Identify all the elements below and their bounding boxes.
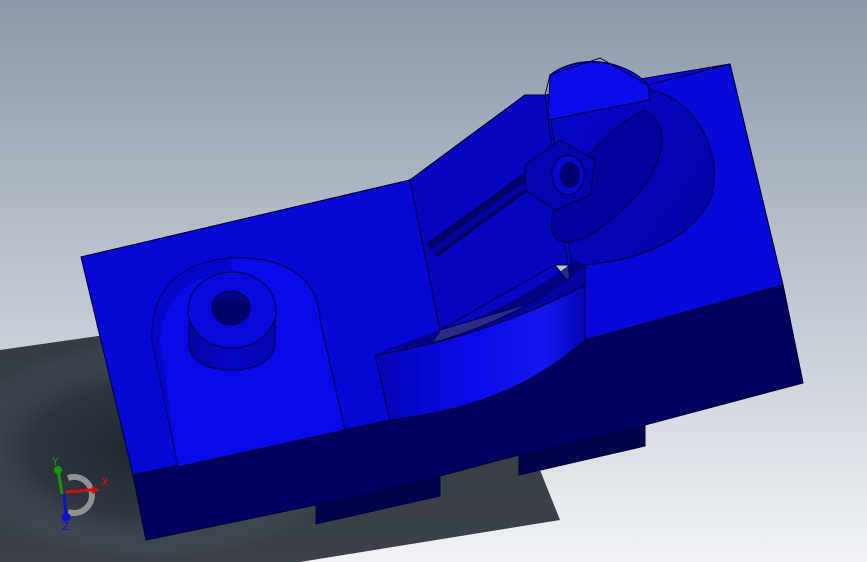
counterbore[interactable]	[187, 271, 277, 371]
triad-x-label: X	[101, 476, 109, 489]
triad-z-axis	[62, 493, 68, 516]
triad-z-label: Z	[62, 520, 70, 533]
triad-y-label: Y	[51, 455, 59, 468]
triad-x-axis	[65, 488, 93, 494]
graphics-viewport[interactable]: X Y Z	[0, 0, 867, 562]
3d-view-canvas[interactable]: X Y Z	[0, 0, 867, 562]
